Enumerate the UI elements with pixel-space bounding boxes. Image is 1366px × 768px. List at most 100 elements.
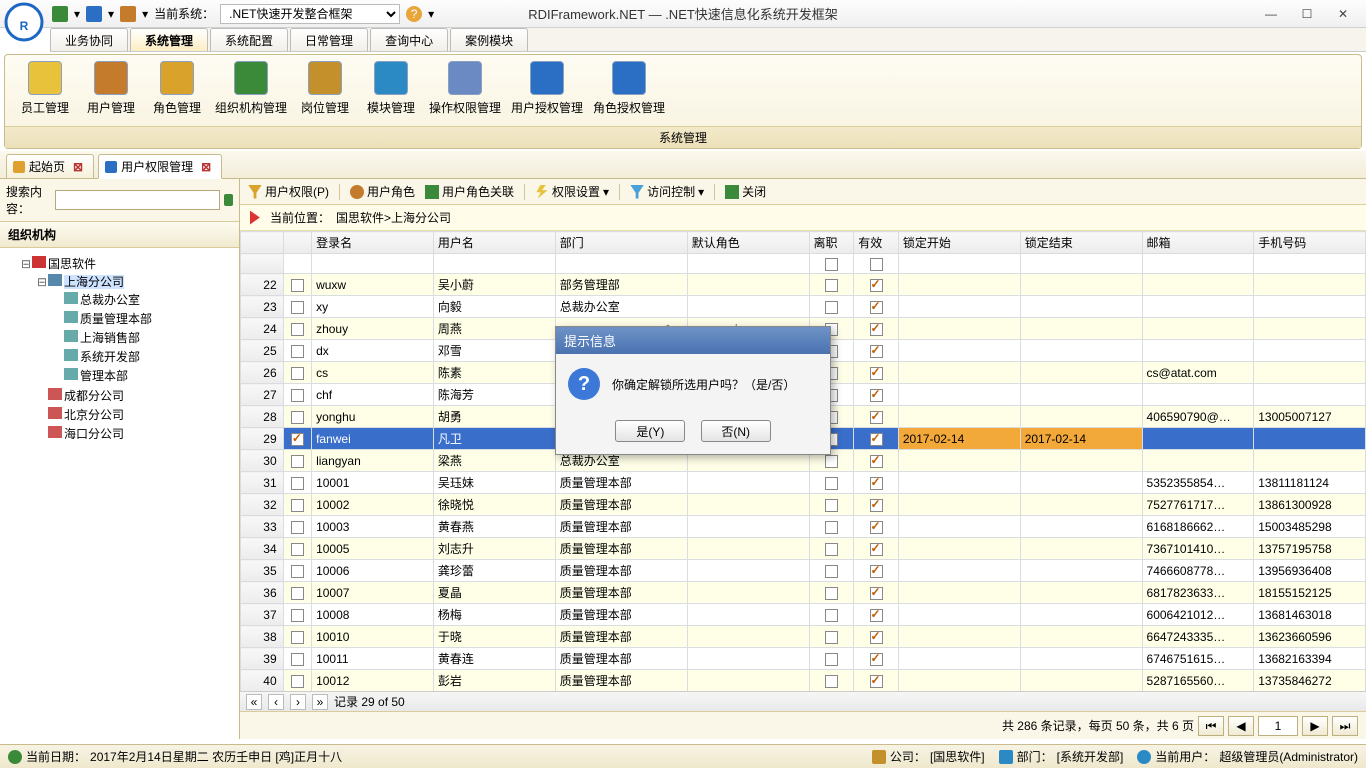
table-row[interactable]: 22wuxw吴小蔚部务管理部 [241,274,1366,296]
column-header[interactable]: 手机号码 [1254,232,1366,254]
valid-checkbox[interactable] [870,543,883,556]
leave-checkbox[interactable] [825,543,838,556]
maximize-button[interactable]: ☐ [1298,5,1316,23]
filter-leave-checkbox[interactable] [825,258,838,271]
column-header[interactable]: 登录名 [312,232,434,254]
tree-node[interactable]: 成都分公司 [64,389,124,403]
table-row[interactable]: 3310003黄春燕质量管理本部6168186662…15003485298 [241,516,1366,538]
tab-start[interactable]: 起始页⊠ [6,154,94,178]
dropdown-icon[interactable]: ▾ [74,7,80,21]
table-row[interactable]: 4010012彭岩质量管理本部5287165560…13735846272 [241,670,1366,692]
search-go-icon[interactable] [224,194,233,206]
menu-item[interactable]: 查询中心 [370,28,448,51]
valid-checkbox[interactable] [870,455,883,468]
row-checkbox[interactable] [291,543,304,556]
ribbon-item[interactable]: 用户管理 [79,59,143,125]
close-icon[interactable]: ⊠ [73,160,83,174]
people-icon[interactable] [86,6,102,22]
tree-node[interactable]: 质量管理本部 [80,312,152,326]
users-icon[interactable] [52,6,68,22]
column-header[interactable]: 锁定结束 [1020,232,1142,254]
close-tab-button[interactable]: 关闭 [725,183,766,200]
column-header[interactable]: 默认角色 [687,232,809,254]
column-header[interactable]: 有效 [854,232,899,254]
nav-next-button[interactable]: › [290,694,306,710]
valid-checkbox[interactable] [870,565,883,578]
valid-checkbox[interactable] [870,345,883,358]
column-header[interactable] [241,232,284,254]
table-row[interactable]: 3610007夏晶质量管理本部6817823633…18155152125 [241,582,1366,604]
row-checkbox[interactable] [291,367,304,380]
table-row[interactable]: 3910011黄春连质量管理本部6746751615…13682163394 [241,648,1366,670]
help-icon[interactable]: ? [406,6,422,22]
valid-checkbox[interactable] [870,631,883,644]
row-checkbox[interactable] [291,521,304,534]
user-permission-button[interactable]: 用户权限(P) [248,183,329,200]
menu-item[interactable]: 系统管理 [130,28,208,51]
access-control-button[interactable]: 访问控制 ▾ [630,183,704,200]
page-first-button[interactable]: ⏮ [1198,716,1224,736]
system-select[interactable]: .NET快速开发整合框架 [220,4,400,24]
row-checkbox[interactable] [291,345,304,358]
nav-prev-button[interactable]: ‹ [268,694,284,710]
filter-row[interactable] [241,254,1366,274]
dialog-no-button[interactable]: 否(N) [701,420,771,442]
valid-checkbox[interactable] [870,389,883,402]
ribbon-item[interactable]: 模块管理 [359,59,423,125]
leave-checkbox[interactable] [825,675,838,688]
tab-user-permission[interactable]: 用户权限管理⊠ [98,154,222,179]
table-row[interactable]: 3210002徐晓悦质量管理本部7527761717…13861300928 [241,494,1366,516]
grid[interactable]: 登录名用户名部门默认角色离职有效锁定开始锁定结束邮箱手机号码 22wuxw吴小蔚… [240,231,1366,691]
nav-first-button[interactable]: « [246,694,262,710]
row-checkbox[interactable] [291,433,304,446]
valid-checkbox[interactable] [870,609,883,622]
page-last-button[interactable]: ⏭ [1332,716,1358,736]
row-checkbox[interactable] [291,565,304,578]
leave-checkbox[interactable] [825,279,838,292]
valid-checkbox[interactable] [870,675,883,688]
dropdown-icon[interactable]: ▾ [142,7,148,21]
leave-checkbox[interactable] [825,653,838,666]
search-input[interactable] [55,190,220,210]
valid-checkbox[interactable] [870,323,883,336]
ribbon-item[interactable]: 员工管理 [13,59,77,125]
table-row[interactable]: 3810010于晓质量管理本部6647243335…13623660596 [241,626,1366,648]
leave-checkbox[interactable] [825,609,838,622]
menu-item[interactable]: 案例模块 [450,28,528,51]
valid-checkbox[interactable] [870,367,883,380]
leave-checkbox[interactable] [825,587,838,600]
valid-checkbox[interactable] [870,521,883,534]
row-checkbox[interactable] [291,587,304,600]
row-checkbox[interactable] [291,279,304,292]
leave-checkbox[interactable] [825,477,838,490]
valid-checkbox[interactable] [870,433,883,446]
row-checkbox[interactable] [291,389,304,402]
table-row[interactable]: 3710008杨梅质量管理本部6006421012…13681463018 [241,604,1366,626]
ribbon-item[interactable]: 角色管理 [145,59,209,125]
leave-checkbox[interactable] [825,455,838,468]
row-checkbox[interactable] [291,631,304,644]
tree-node[interactable]: 上海销售部 [80,331,140,345]
valid-checkbox[interactable] [870,301,883,314]
column-header[interactable]: 邮箱 [1142,232,1254,254]
valid-checkbox[interactable] [870,477,883,490]
ribbon-item[interactable]: 用户授权管理 [507,59,587,125]
leave-checkbox[interactable] [825,499,838,512]
row-checkbox[interactable] [291,609,304,622]
tools-icon[interactable] [120,6,136,22]
leave-checkbox[interactable] [825,301,838,314]
nav-last-button[interactable]: » [312,694,328,710]
page-input[interactable] [1258,716,1298,736]
tree-node[interactable]: 海口分公司 [64,427,124,441]
menu-item[interactable]: 业务协同 [50,28,128,51]
valid-checkbox[interactable] [870,411,883,424]
tree-node[interactable]: 北京分公司 [64,408,124,422]
table-row[interactable]: 3510006龚珍蕾质量管理本部7466608778…13956936408 [241,560,1366,582]
dropdown-icon[interactable]: ▾ [428,7,434,21]
column-header[interactable] [283,232,311,254]
column-header[interactable]: 部门 [555,232,687,254]
user-role-assoc-button[interactable]: 用户角色关联 [425,183,514,200]
filter-valid-checkbox[interactable] [870,258,883,271]
menu-item[interactable]: 日常管理 [290,28,368,51]
column-header[interactable]: 锁定开始 [898,232,1020,254]
